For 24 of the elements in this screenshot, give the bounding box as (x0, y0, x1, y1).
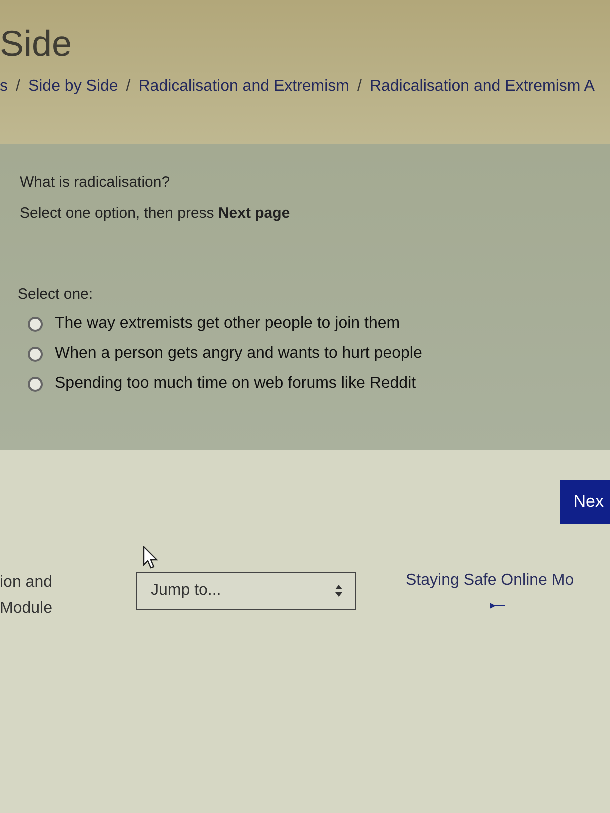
breadcrumb-link[interactable]: Side by Side (28, 78, 118, 96)
breadcrumb-separator: / (358, 78, 362, 96)
breadcrumb-link[interactable]: s (0, 78, 8, 96)
radio-button[interactable] (28, 346, 43, 362)
radio-button[interactable] (28, 376, 43, 392)
option-label[interactable]: The way extremists get other people to join them (55, 315, 400, 333)
option-label[interactable]: When a person gets angry and wants to hurt people (55, 345, 422, 363)
option-label[interactable]: Spending too much time on web forums like Reddit (55, 375, 416, 393)
prompt-label: Select one: (18, 286, 94, 303)
breadcrumb-link[interactable]: Radicalisation and Extremism (138, 78, 350, 96)
breadcrumb-separator: / (126, 78, 131, 96)
instruction-text: Select one option, then press Next page (20, 205, 292, 222)
radio-button[interactable] (28, 316, 43, 332)
next-button[interactable]: Nex (560, 480, 610, 524)
next-activity-link[interactable]: Staying Safe Online Mo (406, 572, 574, 590)
page-title: Side (0, 22, 74, 66)
breadcrumb-link[interactable]: Radicalisation and Extremism A (370, 78, 595, 96)
updown-caret-icon (335, 584, 343, 598)
arrow-icon (490, 602, 506, 610)
jump-to-select[interactable]: Jump to... (136, 572, 356, 610)
question-text: What is radicalisation? (20, 174, 172, 191)
previous-activity-link[interactable]: ion and Module (0, 570, 136, 622)
breadcrumb-separator: / (16, 78, 20, 96)
mouse-pointer-icon (143, 546, 159, 570)
